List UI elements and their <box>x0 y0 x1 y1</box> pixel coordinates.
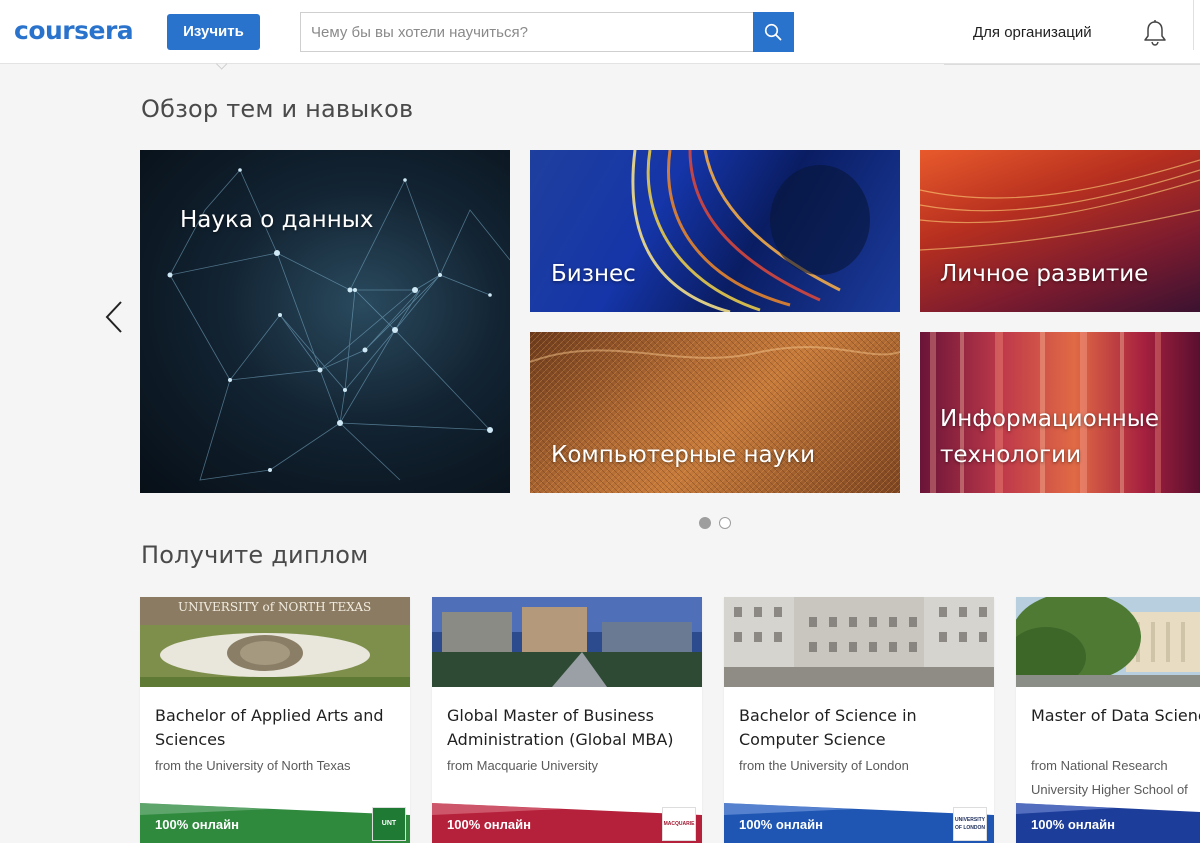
macquarie-logo: MACQUARIE <box>662 807 696 841</box>
carousel-prev-button[interactable] <box>104 300 124 339</box>
card-subtitle: from the University of North Texas <box>155 758 351 773</box>
card-subtitle: from Macquarie University <box>447 758 598 773</box>
london-logo: UNIVERSITY OF LONDON <box>953 807 987 841</box>
degree-card-london[interactable]: Bachelor of Science in Computer Science … <box>724 597 994 843</box>
chevron-left-icon <box>105 301 122 333</box>
topic-label: Информационные технологии <box>940 406 1160 468</box>
card-image-sign: UNIVERSITY of NORTH TEXAS <box>178 600 372 614</box>
card-image: UNIVERSITY of NORTH TEXAS <box>140 597 410 687</box>
card-image <box>724 597 994 687</box>
card-title: Bachelor of Science in Computer Science <box>739 706 917 749</box>
card-band-label: 100% онлайн <box>155 817 239 832</box>
carousel-dot-2[interactable] <box>719 517 731 529</box>
bell-icon <box>1144 20 1166 46</box>
topic-tile-data-science[interactable]: Наука о данных <box>140 150 510 493</box>
header-underline <box>944 64 1200 65</box>
top-header: coursera Изучить Для организаций <box>0 0 1200 64</box>
notifications-button[interactable] <box>1142 19 1168 52</box>
for-organizations-link[interactable]: Для организаций <box>973 24 1092 41</box>
card-band-label: 100% онлайн <box>447 817 531 832</box>
topic-tile-information-technology[interactable]: Информационные технологии <box>920 332 1200 493</box>
card-title: Bachelor of Applied Arts and Sciences <box>155 706 384 749</box>
degree-card-macquarie[interactable]: Global Master of Business Administration… <box>432 597 702 843</box>
degree-card-hse[interactable]: Master of Data Science from National Res… <box>1016 597 1200 843</box>
topic-tile-business[interactable]: Бизнес <box>530 150 900 312</box>
degree-card-unt[interactable]: UNIVERSITY of NORTH TEXAS Bachelor of Ap… <box>140 597 410 843</box>
topic-label: Наука о данных <box>180 207 374 233</box>
topic-label: Бизнес <box>551 261 636 287</box>
card-subtitle: from the University of London <box>739 758 909 773</box>
search-icon <box>764 23 782 41</box>
search-input[interactable] <box>300 12 754 52</box>
topics-title: Обзор тем и навыков <box>141 95 414 123</box>
coursera-logo[interactable]: coursera <box>14 16 134 45</box>
card-title: Global Master of Business Administration… <box>447 706 674 749</box>
carousel-dot-1[interactable] <box>699 517 711 529</box>
topic-tile-computer-science[interactable]: Компьютерные науки <box>530 332 900 493</box>
card-band-label: 100% онлайн <box>1031 817 1115 832</box>
card-image <box>432 597 702 687</box>
unt-logo: UNT <box>372 807 406 841</box>
card-image <box>1016 597 1200 687</box>
card-title: Master of Data Science <box>1031 706 1200 725</box>
card-band-label: 100% онлайн <box>739 817 823 832</box>
topic-label: Личное развитие <box>940 261 1149 287</box>
degrees-title: Получите диплом <box>141 541 369 569</box>
topic-label: Компьютерные науки <box>551 442 816 468</box>
topic-tile-personal-development[interactable]: Личное развитие <box>920 150 1200 312</box>
learn-button[interactable]: Изучить <box>167 14 260 50</box>
header-divider <box>1193 0 1194 50</box>
search-button[interactable] <box>753 12 794 52</box>
